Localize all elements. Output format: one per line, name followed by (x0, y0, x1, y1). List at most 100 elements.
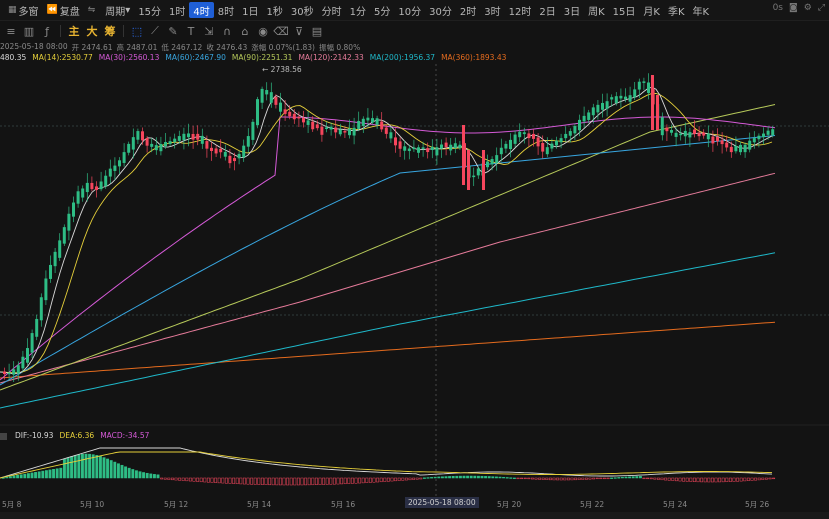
candle (228, 155, 232, 164)
macd-bar (638, 476, 642, 479)
candle (688, 132, 692, 138)
macd-bar (671, 477, 675, 481)
macd-bar (419, 477, 423, 480)
candle (702, 132, 706, 136)
macd-bar (322, 477, 326, 485)
candle (237, 153, 241, 159)
macd-bar (750, 477, 754, 481)
macd-bar (422, 477, 426, 479)
macd-bar (300, 477, 304, 486)
candle (214, 148, 218, 154)
candle (62, 227, 66, 244)
macd-bar (314, 477, 318, 485)
candle (72, 202, 75, 217)
time-tick: 5月 20 (497, 500, 522, 509)
macd-bar (66, 457, 70, 479)
macd-bar (635, 476, 639, 479)
macd-bar (502, 476, 506, 479)
macd-bar (707, 477, 711, 483)
macd-bar (649, 477, 653, 480)
macd-bar (41, 470, 45, 479)
macd-bar (138, 471, 142, 479)
macd-bar (30, 472, 34, 479)
macd-bar (570, 477, 574, 481)
candle (99, 181, 103, 190)
candle (444, 142, 448, 147)
macd-bar (444, 476, 448, 479)
candle (697, 132, 701, 137)
candle (168, 141, 172, 145)
macd-bar (206, 477, 210, 483)
candle (177, 136, 181, 141)
macd-bar (527, 477, 531, 480)
macd-bar (203, 477, 207, 483)
macd-bar (394, 477, 398, 482)
candle (196, 133, 200, 140)
candle (453, 143, 457, 149)
macd-bar (271, 477, 275, 486)
candle (108, 168, 112, 177)
macd-bar (246, 477, 250, 485)
candle (628, 95, 632, 102)
macd-bar (556, 477, 560, 481)
candle (716, 137, 719, 142)
time-tick: 5月 16 (331, 500, 356, 509)
macd-bar (282, 477, 286, 486)
macd-bar (152, 474, 156, 479)
candle (90, 182, 94, 190)
macd-bar (260, 477, 264, 485)
macd-bar (768, 477, 772, 480)
macd-bar (156, 474, 160, 479)
macd-value: MACD:-34.57 (100, 431, 150, 440)
time-tick: 5月 14 (247, 500, 272, 509)
macd-settings-icon[interactable] (0, 431, 9, 440)
macd-dea: DEA:6.36 (59, 431, 95, 440)
candle (619, 95, 623, 99)
macd-bar (242, 477, 246, 485)
candle (256, 99, 259, 126)
candle (555, 140, 558, 146)
candle (495, 155, 499, 164)
macd-bar (95, 455, 99, 479)
candle (269, 92, 273, 103)
candle (642, 81, 646, 83)
macd-bar (559, 477, 563, 481)
macd-bar (307, 477, 311, 486)
candle (187, 133, 190, 138)
time-tick: 5月 12 (164, 500, 189, 509)
macd-bar (196, 477, 200, 482)
candle (30, 333, 34, 353)
candle (711, 136, 715, 144)
candle (219, 148, 223, 153)
macd-bar (224, 477, 228, 484)
macd-bar (361, 477, 365, 484)
candle (587, 112, 591, 120)
candle (357, 120, 361, 129)
macd-bar (476, 475, 480, 479)
macd-bar (221, 477, 225, 484)
macd-bar (408, 477, 412, 481)
macd-bar (595, 477, 599, 480)
candle (325, 127, 328, 129)
candle (522, 132, 526, 135)
candle (315, 124, 319, 129)
macd-bar (660, 477, 664, 481)
candle (311, 121, 315, 130)
time-tick: 5月 10 (80, 500, 105, 509)
macd-bar (725, 477, 729, 483)
candle (601, 102, 604, 110)
macd-bar (329, 477, 333, 485)
macd-bar (620, 476, 624, 479)
candle (76, 191, 80, 204)
macd-dif: DIF:-10.93 (15, 431, 54, 440)
macd-bar (631, 476, 635, 479)
macd-bar (646, 477, 650, 480)
candle (191, 133, 195, 140)
macd-bar (710, 477, 714, 483)
candlestick-chart[interactable]: ← 2738.56 (0, 0, 829, 497)
candle (173, 138, 177, 143)
macd-bar (563, 477, 567, 481)
macd-bar (142, 472, 146, 479)
macd-bar (746, 477, 750, 481)
macd-bar (581, 477, 585, 480)
